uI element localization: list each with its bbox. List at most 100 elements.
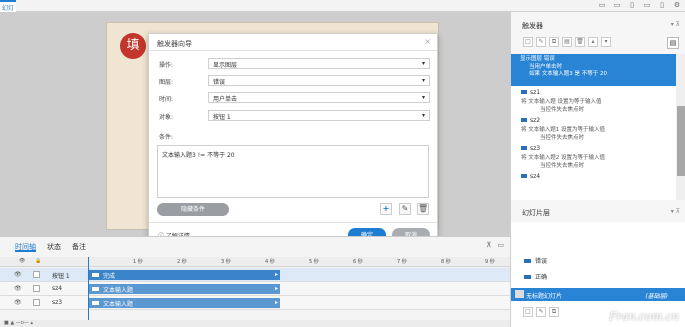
phone-landscape-icon[interactable]: ▭ [643, 1, 651, 10]
timeline-ruler[interactable]: 👁 🔒 1 秒 2 秒 3 秒 4 秒 5 秒 6 秒 7 秒 8 秒 9 秒 [0, 257, 510, 267]
object-select[interactable]: 按钮 1 ▾ [208, 110, 430, 121]
timeline-footer: ■ ▲ —o— ▴ [0, 320, 510, 327]
move-up-icon[interactable]: ▴ [588, 37, 598, 47]
edit-condition-icon[interactable]: ✎ [399, 203, 411, 215]
panel-menu-icon[interactable]: ▾ ⊼ [671, 208, 680, 215]
timeline-row[interactable]: 👁 按钮 1 完成 ▸ [0, 268, 510, 282]
ruler-tick: 3 秒 [221, 259, 231, 265]
when-select[interactable]: 用户单击 ▾ [208, 92, 430, 103]
layer-icon [524, 259, 531, 263]
zoom-in-icon[interactable]: ▴ [30, 320, 33, 326]
delete-condition-icon[interactable]: 🗑 [417, 203, 429, 215]
field-when: 时间: 用户单击 ▾ [159, 92, 430, 103]
text-entry-icon [521, 174, 527, 178]
playhead[interactable] [88, 257, 89, 327]
scrollbar-thumb[interactable] [677, 106, 685, 176]
hide-conditions-button[interactable]: 隐藏条件 [157, 203, 229, 216]
play-icon[interactable]: ▲ [10, 320, 14, 326]
pin-icon[interactable]: ⊼ [486, 241, 491, 249]
ruler-tick: 6 秒 [353, 259, 363, 265]
triggers-title: 触发器 [522, 22, 543, 30]
copy-icon[interactable]: ⧉ [549, 37, 559, 47]
button-object-icon [92, 273, 99, 277]
ruler-tick: 1 秒 [133, 259, 143, 265]
zoom-slider[interactable]: —o— [16, 320, 29, 326]
timeline-row[interactable]: 👁 sz4 文本输入题 ▸ [0, 282, 510, 296]
condition-list[interactable]: 文本输入题3 != 不等于 20 [157, 145, 429, 198]
trigger-item[interactable]: 将 文本输入题2 设置为等于输入值 当控件失去焦点时 [511, 155, 676, 170]
timeline-row[interactable]: 👁 sz3 文本输入题 ▸ [0, 296, 510, 310]
lock-header-icon: 🔒 [35, 258, 42, 264]
lock-checkbox[interactable] [33, 271, 40, 278]
ruler-tick: 2 秒 [177, 259, 187, 265]
trigger-object[interactable]: sz4 [511, 170, 676, 183]
trigger-scrollbar[interactable] [676, 54, 685, 200]
move-down-icon[interactable]: ▾ [601, 37, 611, 47]
collapse-icon[interactable]: ▭ [497, 241, 504, 249]
tab-notes[interactable]: 备注 [72, 242, 86, 252]
timeline-panel: 时间轴 状态 备注 ⊼ ▭ 👁 🔒 1 秒 2 秒 3 秒 4 秒 5 秒 6 … [0, 236, 510, 327]
dialog-header: 触发器向导 × [149, 34, 437, 51]
eye-icon[interactable]: 👁 [14, 299, 22, 306]
trigger-object[interactable]: sz1 [511, 86, 676, 99]
timeline-bar[interactable]: 文本输入题 ▸ [89, 298, 280, 308]
settings-icon[interactable]: ⚙ [673, 1, 681, 10]
ruler-tick: 7 秒 [397, 259, 407, 265]
chevron-down-icon: ▾ [421, 60, 425, 67]
tablet-landscape-icon[interactable]: ▭ [613, 1, 621, 10]
text-entry-icon [521, 118, 527, 122]
panel-menu-icon[interactable]: ▾ ⊼ [671, 21, 680, 28]
lock-checkbox[interactable] [33, 299, 40, 306]
condition-item[interactable]: 文本输入题3 != 不等于 20 [162, 152, 235, 159]
edit-trigger-icon[interactable]: ✎ [536, 37, 546, 47]
ruler-tick: 5 秒 [309, 259, 319, 265]
eye-icon[interactable]: 👁 [14, 271, 22, 278]
watermark: Fran.com.cn [609, 310, 679, 323]
layer-icon [524, 275, 531, 279]
chevron-down-icon: ▾ [421, 77, 425, 84]
text-entry-icon [521, 146, 527, 150]
trigger-item[interactable]: 将 文本输入题 设置为等于输入值 当控件失去焦点时 [511, 99, 676, 114]
copy-layer-icon[interactable]: ⧉ [549, 307, 559, 317]
close-icon[interactable]: × [424, 37, 431, 46]
text-entry-icon [92, 287, 99, 291]
trigger-list: 显示图层 错误 当用户单击时 如果 文本输入题3 是 不等于 20 sz1 将 … [511, 54, 676, 200]
base-layer[interactable]: 无标题幻灯片 (基础层) [511, 288, 685, 301]
row-name: sz3 [52, 299, 63, 306]
top-bar: 幻灯片 ▭ ▭ ▯ ▭ ▯ ⚙ [0, 0, 685, 21]
eye-icon[interactable]: 👁 [14, 285, 22, 292]
manage-project-variables-icon[interactable]: ▤ [667, 37, 679, 49]
ruler-tick: 9 秒 [485, 259, 495, 265]
field-object: 对象: 按钮 1 ▾ [159, 110, 430, 121]
timeline-bar[interactable]: 文本输入题 ▸ [89, 284, 280, 294]
row-name: 按钮 1 [52, 273, 70, 280]
phone-portrait-icon[interactable]: ▯ [658, 1, 666, 10]
right-panel: 触发器 ▾ ⊼ □ ✎ ⧉ ▤ 🗑 ▴ ▾ ▤ 显示图层 错误 当用户单击时 如… [510, 12, 685, 327]
tab-states[interactable]: 状态 [47, 242, 61, 252]
layer-item[interactable]: 错误 [524, 256, 547, 265]
tablet-portrait-icon[interactable]: ▯ [628, 1, 636, 10]
lock-checkbox[interactable] [33, 285, 40, 292]
field-layer: 图层: 错误 ▾ [159, 75, 430, 86]
layer-item[interactable]: 正确 [524, 272, 547, 281]
trigger-object[interactable]: sz3 [511, 142, 676, 155]
add-condition-icon[interactable]: + [380, 203, 392, 215]
trigger-object[interactable]: sz2 [511, 114, 676, 127]
stop-icon[interactable]: ■ [4, 320, 9, 326]
edit-layer-icon[interactable]: ✎ [536, 307, 546, 317]
trigger-wizard-dialog: 触发器向导 × 操作: 显示图层 ▾ 图层: 错误 ▾ 时间: 用户单击 ▾ 对象: … [148, 33, 438, 247]
paste-icon[interactable]: ▤ [562, 37, 572, 47]
action-select[interactable]: 显示图层 ▾ [208, 58, 430, 69]
arrow-right-icon: ▸ [274, 299, 278, 306]
delete-icon[interactable]: 🗑 [575, 37, 585, 47]
timeline-bar[interactable]: 完成 ▸ [89, 270, 280, 280]
tab-timeline[interactable]: 时间轴 [15, 242, 36, 252]
new-layer-icon[interactable]: □ [523, 307, 533, 317]
trigger-item-selected[interactable]: 显示图层 错误 当用户单击时 如果 文本输入题3 是 不等于 20 [511, 54, 676, 86]
field-action: 操作: 显示图层 ▾ [159, 58, 430, 69]
new-trigger-icon[interactable]: □ [523, 37, 533, 47]
tab-slide[interactable]: 幻灯片 [0, 0, 16, 21]
trigger-item[interactable]: 将 文本输入题1 设置为等于输入值 当控件失去焦点时 [511, 127, 676, 142]
desktop-icon[interactable]: ▭ [598, 1, 606, 10]
layer-select[interactable]: 错误 ▾ [208, 75, 430, 86]
